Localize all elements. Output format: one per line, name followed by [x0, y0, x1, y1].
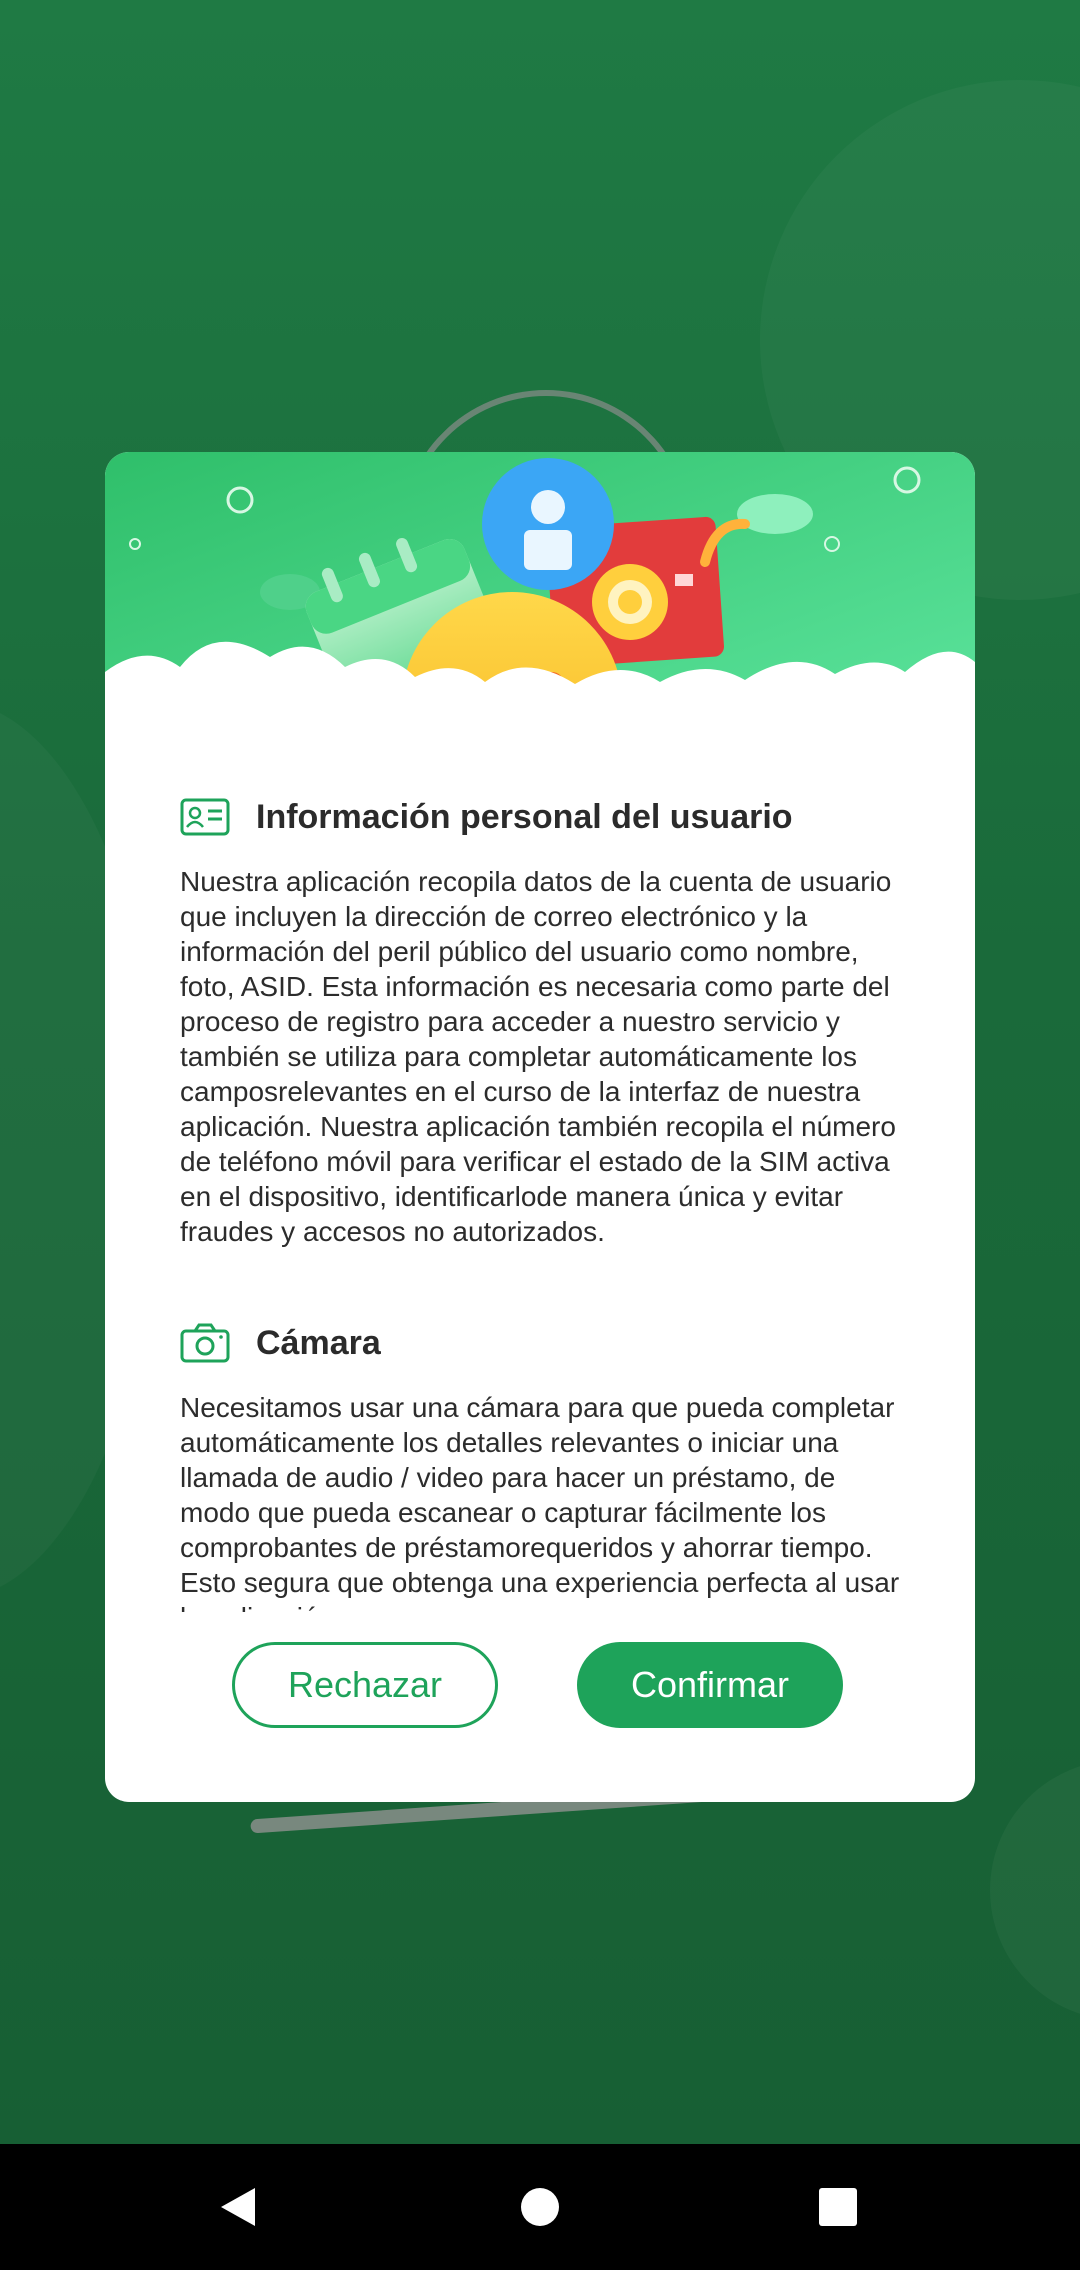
section-title: Cámara — [256, 1323, 381, 1362]
home-icon[interactable] — [517, 2184, 563, 2230]
section-title: Información personal del usuario — [256, 797, 793, 836]
section-body: Necesitamos usar una cámara para que pue… — [180, 1392, 900, 1612]
section-camera: Cámara Necesitamos usar una cámara para … — [180, 1318, 910, 1612]
id-card-icon — [180, 798, 230, 836]
back-icon[interactable] — [215, 2184, 261, 2230]
reject-button[interactable]: Rechazar — [232, 1642, 498, 1728]
recents-icon[interactable] — [815, 2184, 861, 2230]
section-personal-info: Información personal del usuario Nuestra… — [180, 792, 910, 1249]
system-navigation-bar — [0, 2144, 1080, 2270]
dialog-content-scroll-area[interactable]: Información personal del usuario Nuestra… — [105, 452, 975, 1613]
permission-dialog: Información personal del usuario Nuestra… — [105, 452, 975, 1802]
confirm-button[interactable]: Confirmar — [577, 1642, 843, 1728]
section-body: Nuestra aplicación recopila datos de la … — [180, 866, 896, 1247]
camera-icon — [180, 1323, 230, 1363]
